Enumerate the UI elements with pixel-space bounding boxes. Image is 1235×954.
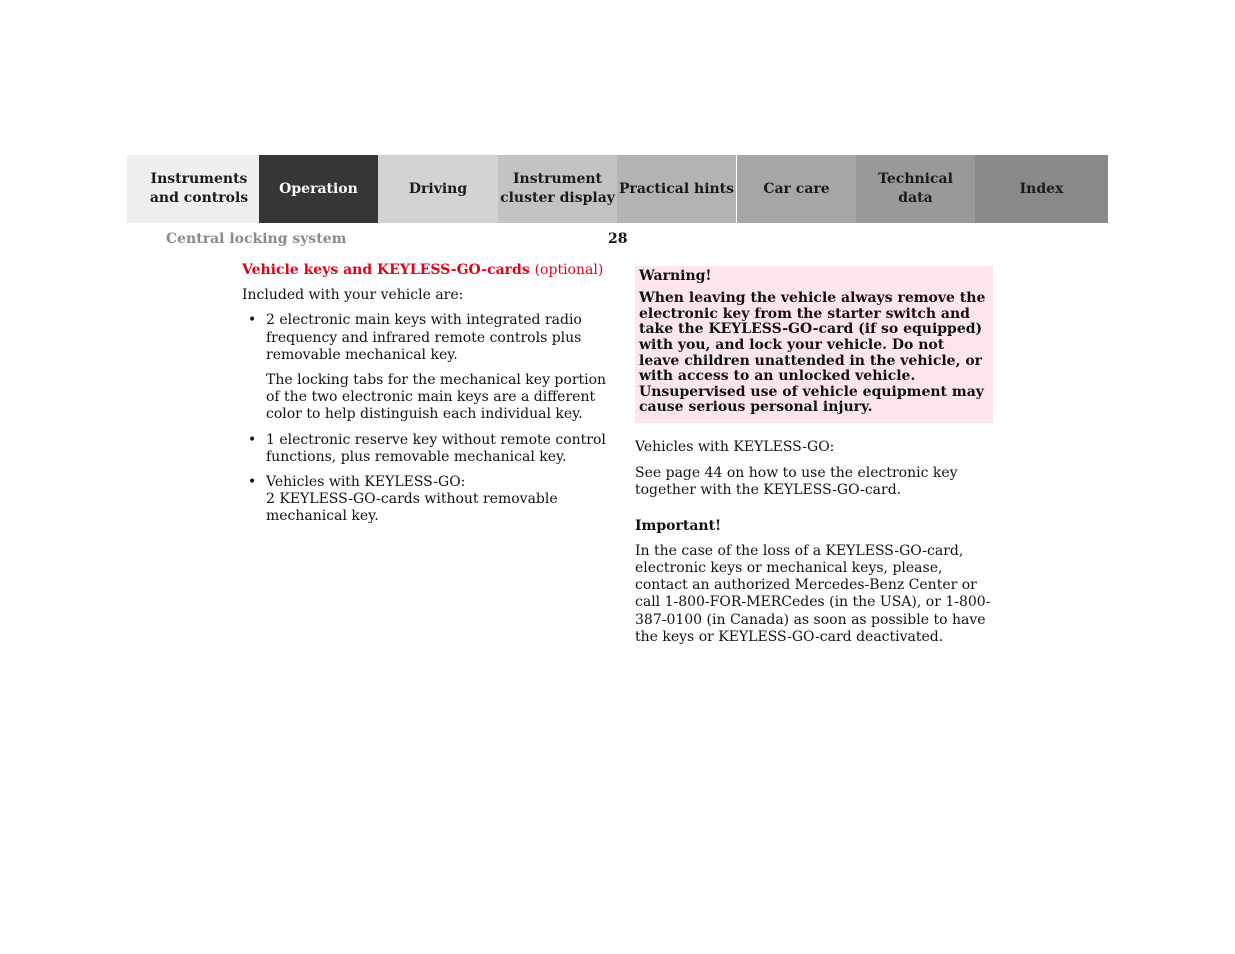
right-column: Warning! When leaving the vehicle always…: [635, 266, 993, 646]
list-item-text: 1 electronic reserve key without remote …: [266, 431, 606, 465]
tab-driving[interactable]: Driving: [378, 155, 498, 223]
left-column: Vehicle keys and KEYLESS-GO-cards (optio…: [242, 262, 607, 534]
bullet-icon: •: [248, 431, 257, 448]
tab-car-care[interactable]: Car care: [737, 155, 856, 223]
list-item: • Vehicles with KEYLESS-GO: 2 KEYLESS-GO…: [242, 474, 607, 526]
tab-technical-data[interactable]: Technical data: [856, 155, 975, 223]
list-item: • 1 electronic reserve key without remot…: [242, 432, 607, 466]
warning-box: Warning! When leaving the vehicle always…: [635, 266, 993, 423]
tab-instruments-and-controls[interactable]: Instruments and controls: [127, 155, 259, 223]
tab-label: Operation: [279, 180, 358, 197]
tab-label: Instrument cluster display: [500, 171, 615, 206]
warning-body: When leaving the vehicle always remove t…: [639, 290, 986, 416]
tab-label: Practical hints: [618, 180, 735, 197]
included-keys-list: • 2 electronic main keys with integrated…: [242, 312, 607, 525]
important-title: Important!: [635, 517, 722, 534]
chapter-tab-bar: Instruments and controls Operation Drivi…: [127, 155, 1108, 223]
warning-title: Warning!: [639, 268, 712, 284]
section-heading: Vehicle keys and KEYLESS-GO-cards (optio…: [242, 262, 607, 279]
tab-instrument-cluster-display[interactable]: Instrument cluster display: [498, 155, 617, 223]
heading-optional: (optional): [534, 262, 604, 278]
list-item: • 2 electronic main keys with integrated…: [242, 312, 607, 423]
page-number: 28: [608, 231, 628, 247]
tab-label: Instruments and controls: [149, 171, 249, 206]
list-item-text-line1: Vehicles with KEYLESS-GO:: [266, 474, 466, 491]
bullet-icon: •: [248, 312, 257, 329]
keyless-text: See page 44 on how to use the electronic…: [635, 465, 958, 499]
tab-divider: [736, 155, 737, 223]
tab-index[interactable]: Index: [975, 155, 1108, 223]
list-item-text-line2: 2 KEYLESS-GO-cards without removable mec…: [266, 491, 558, 525]
tab-label: Driving: [408, 180, 468, 197]
section-title: Central locking system: [166, 231, 347, 247]
list-item-note: The locking tabs for the mechanical key …: [266, 372, 607, 423]
tab-label: Index: [1019, 180, 1064, 197]
important-text: In the case of the loss of a KEYLESS-GO-…: [635, 542, 991, 645]
tab-label: Car care: [763, 180, 830, 197]
keyless-label: Vehicles with KEYLESS-GO:: [635, 438, 835, 455]
tab-operation[interactable]: Operation: [259, 155, 378, 223]
tab-label: Technical data: [878, 171, 953, 206]
heading-text: Vehicle keys and KEYLESS-GO-cards: [242, 262, 530, 278]
bullet-icon: •: [248, 474, 257, 491]
tab-practical-hints[interactable]: Practical hints: [617, 155, 736, 223]
list-item-text: 2 electronic main keys with integrated r…: [266, 312, 582, 363]
intro-text: Included with your vehicle are:: [242, 287, 464, 304]
